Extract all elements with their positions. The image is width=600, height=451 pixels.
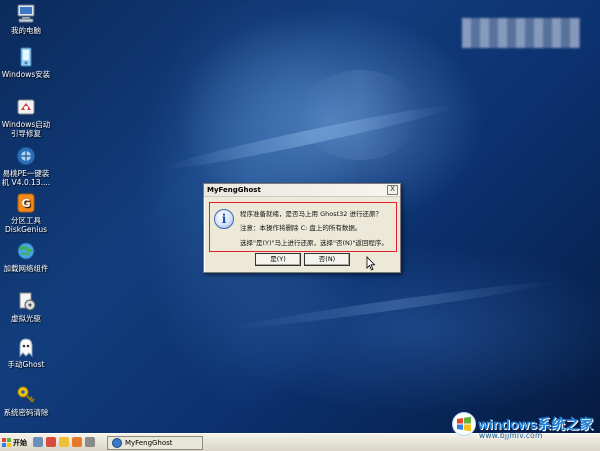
quicklaunch-computer-icon[interactable]: [33, 437, 43, 447]
desktop-icon-my-computer[interactable]: 我的电脑: [0, 2, 52, 35]
info-icon: i: [214, 209, 234, 229]
dialog-titlebar[interactable]: MyFengGhost X: [204, 184, 400, 197]
ghost-app-icon: [112, 438, 122, 448]
quicklaunch-tool-icon[interactable]: [46, 437, 56, 447]
desktop-icon-label: 易桃PE一键装 机 V4.0.13....: [1, 169, 51, 187]
desktop-icon-boot-repair[interactable]: Windows启动 引导修复: [0, 96, 52, 138]
desktop-icon-label: 加载网络组件: [3, 264, 49, 273]
windows-flag-icon: [2, 438, 11, 447]
desktop-icon-pe-installer[interactable]: 易桃PE一键装 机 V4.0.13....: [0, 145, 52, 187]
partition-tool-icon: G: [15, 192, 37, 214]
quicklaunch-folder-icon[interactable]: [59, 437, 69, 447]
desktop-icon-label: 虚拟光驱: [11, 314, 41, 323]
quicklaunch-app-icon[interactable]: [72, 437, 82, 447]
desktop-icon-label: Windows启动 引导修复: [1, 120, 51, 138]
repair-tool-icon: [15, 96, 37, 118]
svg-text:G: G: [21, 197, 30, 210]
desktop-icon-manual-ghost[interactable]: 手动Ghost: [0, 336, 52, 369]
quicklaunch-disk-icon[interactable]: [85, 437, 95, 447]
desktop-icon-windows-install[interactable]: Windows安装: [0, 46, 52, 79]
yes-button[interactable]: 是(Y): [255, 253, 301, 266]
dialog-message-line3: 选择"是(Y)"马上进行还原，选择"否(N)"返回程序。: [240, 239, 388, 247]
blurred-region: [462, 18, 580, 48]
desktop-icon-label: Windows安装: [1, 70, 51, 79]
desktop-icon-label: 分区工具 DiskGenius: [4, 216, 48, 234]
taskbar-item-label: MyFengGhost: [125, 439, 173, 447]
desktop-icon-password-clear[interactable]: 系统密码清除: [0, 384, 52, 417]
virtual-drive-icon: [15, 290, 37, 312]
dialog-title: MyFengGhost: [207, 186, 261, 194]
wallpaper-light-streak: [230, 277, 560, 333]
key-icon: [15, 384, 37, 406]
network-globe-icon: [15, 240, 37, 262]
desktop-icon-label: 我的电脑: [11, 26, 41, 35]
start-button[interactable]: 开始: [2, 436, 30, 449]
taskbar-item-myfengghost[interactable]: MyFengGhost: [107, 436, 203, 450]
watermark: windows系统之家 www.bjjmlv.com: [452, 410, 598, 448]
dialog-message-line1: 程序准备就绪，是否马上用 Ghost32 进行还原？: [240, 210, 382, 218]
close-button[interactable]: X: [387, 185, 398, 195]
start-label: 开始: [13, 438, 27, 447]
wallpaper-light-streak: [300, 70, 420, 160]
no-button[interactable]: 否(N): [304, 253, 350, 266]
desktop-icon-virtual-drive[interactable]: 虚拟光驱: [0, 290, 52, 323]
ghost-icon: [15, 336, 37, 358]
windows-logo-icon: [452, 412, 476, 436]
desktop-icon-label: 手动Ghost: [7, 360, 45, 369]
desktop-icon-diskgenius[interactable]: G 分区工具 DiskGenius: [0, 192, 52, 234]
installer-globe-icon: [15, 145, 37, 167]
dialog-message-line2: 注意：本操作将删除 C: 盘上的所有数据。: [240, 224, 362, 232]
computer-icon: [15, 2, 37, 24]
watermark-url: www.bjjmlv.com: [479, 431, 543, 440]
desktop-icon-network[interactable]: 加载网络组件: [0, 240, 52, 273]
install-disc-icon: [15, 46, 37, 68]
desktop-icon-label: 系统密码清除: [3, 408, 49, 417]
